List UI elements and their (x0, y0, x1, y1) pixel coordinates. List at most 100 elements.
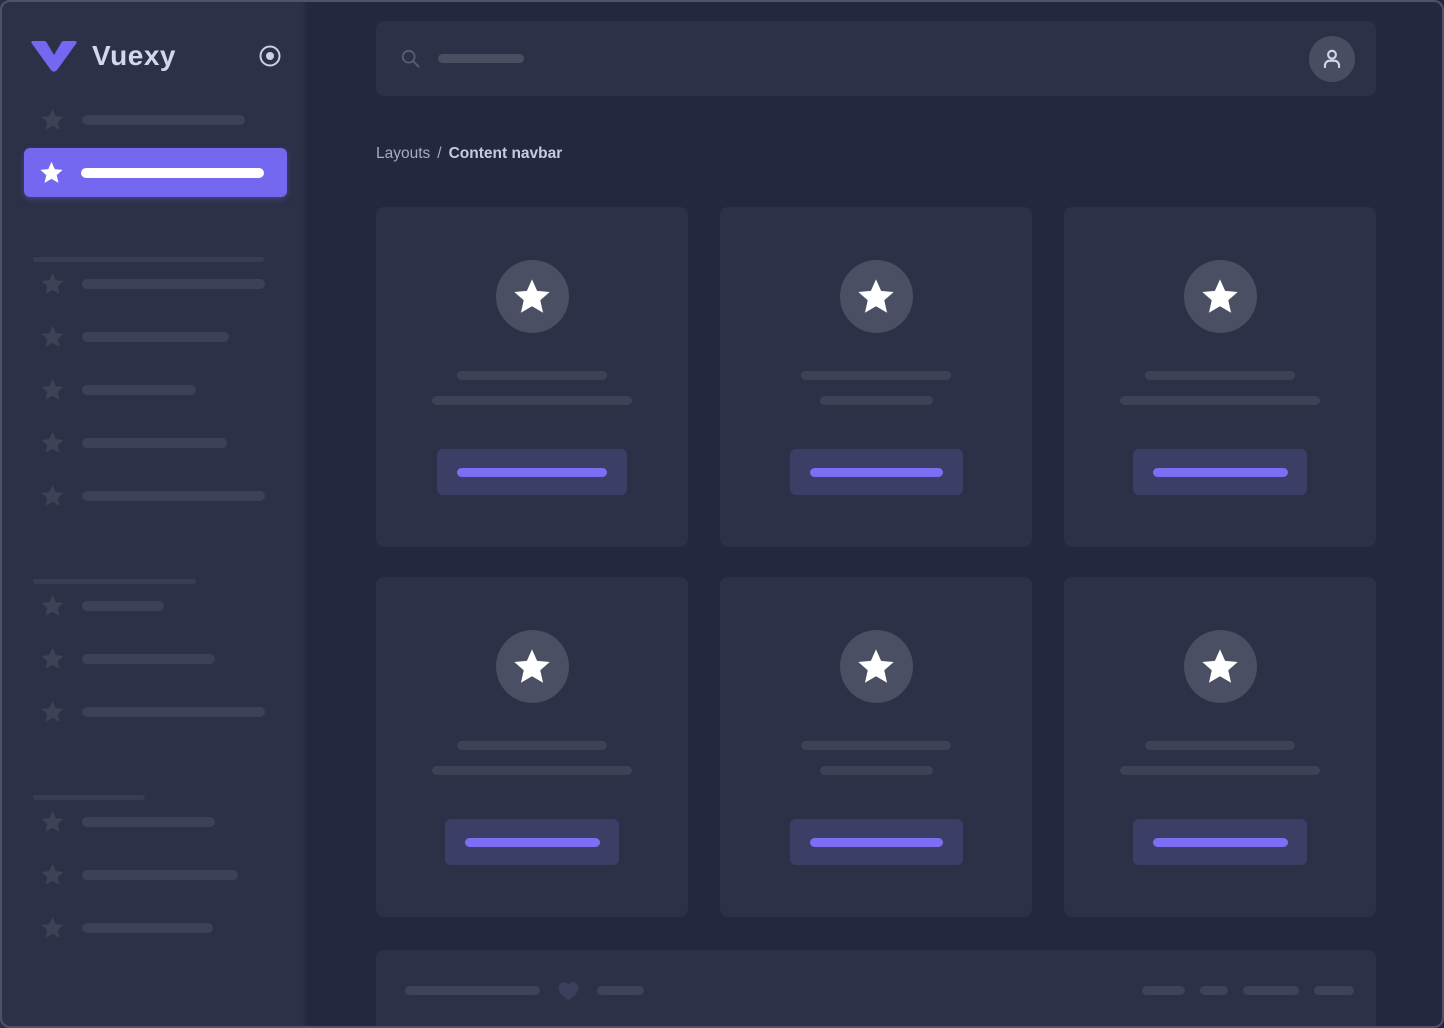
sidebar-menu (0, 108, 310, 940)
card-title-bar (801, 371, 951, 380)
star-icon (40, 810, 65, 834)
menu-label-bar (82, 115, 245, 125)
button-label-bar (1153, 468, 1288, 477)
star-icon (39, 161, 64, 185)
star-icon (40, 647, 65, 671)
sidebar-item[interactable] (40, 700, 310, 724)
star-icon (40, 916, 65, 940)
card-button[interactable] (437, 449, 627, 495)
breadcrumb-link-layouts[interactable]: Layouts (376, 145, 430, 162)
vuexy-logo-icon (30, 40, 78, 72)
card (720, 207, 1032, 547)
menu-label-bar (82, 279, 265, 289)
star-icon (40, 378, 65, 402)
menu-label-bar (82, 923, 213, 933)
star-icon (40, 108, 65, 132)
sidebar-item[interactable] (40, 863, 310, 887)
sidebar-section-header (33, 249, 310, 254)
card-title-bar (1145, 741, 1295, 750)
breadcrumb-separator: / (437, 145, 441, 162)
breadcrumb-current: Content navbar (449, 145, 563, 162)
sidebar-item[interactable] (40, 431, 310, 455)
card-button[interactable] (790, 449, 963, 495)
sidebar-item-active[interactable] (24, 148, 287, 197)
menu-label-bar (82, 654, 215, 664)
star-icon (40, 325, 65, 349)
card-button[interactable] (1133, 819, 1307, 865)
menu-label-bar (82, 817, 215, 827)
sidebar-item[interactable] (40, 108, 310, 132)
menu-label-bar (82, 601, 164, 611)
search-placeholder-bar (438, 54, 524, 63)
footer-credit-bar (597, 986, 644, 995)
menu-label-bar (82, 385, 196, 395)
sidebar-item[interactable] (40, 810, 310, 834)
card-subtitle-bar (820, 396, 933, 405)
menu-label-bar (82, 491, 265, 501)
footer-link-bar (1200, 986, 1228, 995)
button-label-bar (810, 468, 943, 477)
card-grid (376, 207, 1376, 917)
star-icon (512, 648, 552, 686)
card-star-avatar (1184, 260, 1257, 333)
card (376, 207, 688, 547)
card-title-bar (457, 741, 607, 750)
menu-label-bar (82, 707, 265, 717)
footer-link-bar (1243, 986, 1299, 995)
footer-left (405, 981, 644, 999)
footer-link-bar (1314, 986, 1354, 995)
star-icon (856, 278, 896, 316)
card-button[interactable] (1133, 449, 1307, 495)
user-avatar[interactable] (1309, 36, 1355, 82)
card-button[interactable] (445, 819, 619, 865)
button-label-bar (1153, 838, 1288, 847)
menu-label-bar (82, 438, 227, 448)
breadcrumb: Layouts / Content navbar (376, 144, 1376, 164)
pin-toggle-icon[interactable] (258, 44, 282, 68)
sidebar-item[interactable] (40, 594, 310, 618)
search-box[interactable] (400, 21, 1309, 96)
card-title-bar (457, 371, 607, 380)
menu-label-bar (82, 870, 238, 880)
footer-copyright-bar (405, 986, 540, 995)
star-icon (40, 431, 65, 455)
star-icon (40, 700, 65, 724)
section-header-bar (33, 257, 264, 262)
card-title-bar (1145, 371, 1295, 380)
star-icon (1200, 648, 1240, 686)
sidebar-item[interactable] (40, 378, 310, 402)
sidebar-item[interactable] (40, 325, 310, 349)
star-icon (512, 278, 552, 316)
sidebar-item[interactable] (40, 272, 310, 296)
top-navbar (376, 21, 1376, 96)
card-subtitle-bar (820, 766, 933, 775)
button-label-bar (457, 468, 607, 477)
menu-label-bar (81, 168, 264, 178)
sidebar: Vuexy (0, 0, 310, 1028)
card-star-avatar (496, 260, 569, 333)
card (1064, 207, 1376, 547)
footer (376, 950, 1376, 1028)
button-label-bar (810, 838, 943, 847)
footer-link-bar (1142, 986, 1185, 995)
search-icon (400, 48, 422, 70)
sidebar-item[interactable] (40, 484, 310, 508)
person-icon (1319, 46, 1345, 72)
footer-right (1142, 981, 1354, 999)
section-header-bar (33, 579, 196, 584)
card-title-bar (801, 741, 951, 750)
card-subtitle-bar (432, 766, 632, 775)
card-button[interactable] (790, 819, 963, 865)
star-icon (40, 594, 65, 618)
card-star-avatar (1184, 630, 1257, 703)
star-icon (40, 272, 65, 296)
card (1064, 577, 1376, 917)
section-header-bar (33, 795, 145, 800)
card-star-avatar (840, 260, 913, 333)
sidebar-item[interactable] (40, 647, 310, 671)
star-icon (40, 484, 65, 508)
heart-icon (556, 979, 581, 1002)
card-star-avatar (840, 630, 913, 703)
sidebar-item[interactable] (40, 916, 310, 940)
card-star-avatar (496, 630, 569, 703)
